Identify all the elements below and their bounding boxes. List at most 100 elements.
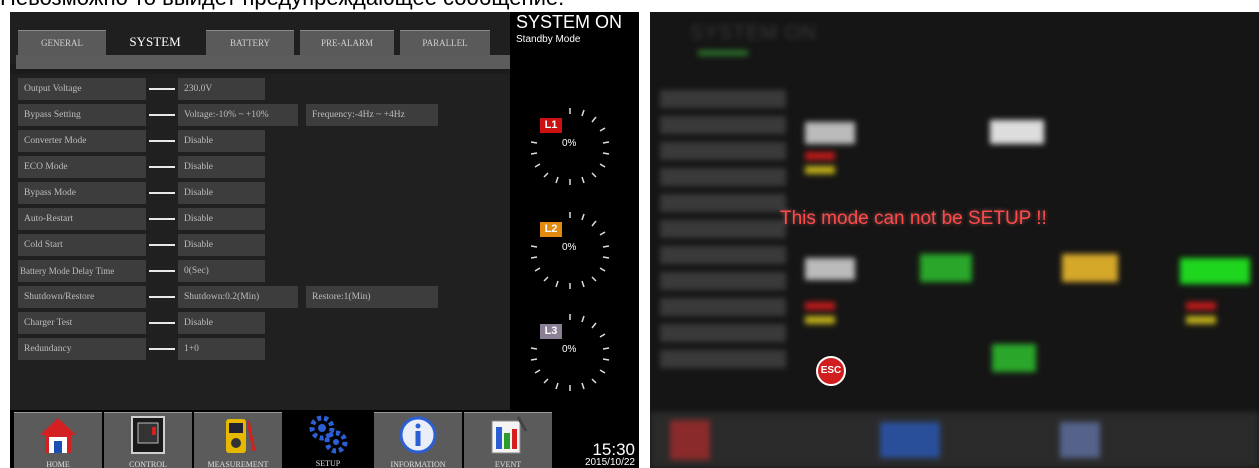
nav-measurement-button[interactable]: MEASUREMENT <box>194 412 282 468</box>
load-gauge-l2: L2 0% <box>528 208 612 292</box>
setting-value[interactable]: Disable <box>178 182 265 204</box>
setting-label: Shutdown/Restore <box>18 286 146 308</box>
setting-label: ECO Mode <box>18 156 146 178</box>
connector-line <box>149 322 175 324</box>
background-block <box>660 116 786 134</box>
connector-line <box>149 296 175 298</box>
connector-line <box>149 218 175 220</box>
background-nav-icon <box>880 422 940 458</box>
background-module <box>805 258 855 280</box>
load-gauge-l3: L3 0% <box>528 310 612 394</box>
background-indicator <box>805 152 835 160</box>
setting-value[interactable]: Disable <box>178 156 265 178</box>
background-block <box>660 142 786 160</box>
setting-value[interactable]: Shutdown:0.2(Min) <box>178 286 298 308</box>
phase-badge-l3: L3 <box>540 324 562 339</box>
system-mode: Standby Mode <box>516 34 581 45</box>
background-block <box>660 324 786 342</box>
bottom-nav: HOME CONTROL MEASUREMENT SETUP INFORMATI… <box>10 410 639 468</box>
background-module <box>1062 254 1118 282</box>
setting-label: Cold Start <box>18 234 146 256</box>
background-module <box>1180 258 1250 284</box>
background-block <box>660 90 786 108</box>
caption-text: Невозможно то выйдет предупреждающее соо… <box>0 0 640 9</box>
setting-value[interactable]: 1+0 <box>178 338 265 360</box>
blurred-background: SYSTEM ON <box>650 12 1259 468</box>
phase-badge-l1: L1 <box>540 118 562 133</box>
phase-badge-l2: L2 <box>540 222 562 237</box>
event-log-icon <box>491 416 528 454</box>
tab-underline <box>16 55 510 69</box>
status-panel: SYSTEM ON Standby Mode L1 0% L2 0% L3 0% <box>510 12 639 412</box>
info-icon <box>399 416 437 454</box>
background-indicator <box>805 166 835 174</box>
connector-line <box>149 192 175 194</box>
setting-value[interactable]: Disable <box>178 208 265 230</box>
connector-line <box>149 244 175 246</box>
nav-label: SETUP <box>315 459 341 468</box>
setting-label: Output Voltage <box>18 78 146 100</box>
background-block <box>660 246 786 264</box>
setting-value-secondary[interactable]: Restore:1(Min) <box>306 286 438 308</box>
background-indicator <box>1186 316 1216 324</box>
nav-control-button[interactable]: CONTROL <box>104 412 192 468</box>
nav-information-button[interactable]: INFORMATION <box>374 412 462 468</box>
setting-label: Bypass Setting <box>18 104 146 126</box>
background-indicator <box>805 316 835 324</box>
background-module <box>920 254 972 282</box>
nav-event-button[interactable]: EVENT <box>464 412 552 468</box>
background-module <box>805 122 855 144</box>
tab-battery[interactable]: BATTERY <box>206 30 294 55</box>
setting-value[interactable]: 0(Sec) <box>178 260 265 282</box>
system-status-title: SYSTEM ON <box>516 12 623 32</box>
meter-icon <box>226 419 256 453</box>
background-nav-icon <box>1060 422 1100 458</box>
tab-system[interactable]: SYSTEM <box>110 28 200 56</box>
nav-setup-button[interactable]: SETUP <box>284 412 372 468</box>
clock-date: 2015/10/22 <box>584 457 635 468</box>
gears-icon <box>309 415 348 454</box>
connector-line <box>149 270 175 272</box>
esc-button[interactable]: ESC <box>816 356 846 386</box>
setting-label: Auto-Restart <box>18 208 146 230</box>
connector-line <box>149 88 175 90</box>
background-block <box>660 350 786 368</box>
load-percent: 0% <box>562 242 577 253</box>
tab-general[interactable]: GENERAL <box>18 30 106 55</box>
setting-value[interactable]: Disable <box>178 130 265 152</box>
nav-label: INFORMATION <box>390 460 446 468</box>
background-block <box>660 220 786 238</box>
setting-label: Redundancy <box>18 338 146 360</box>
background-title: SYSTEM ON <box>690 22 817 44</box>
nav-home-button[interactable]: HOME <box>14 412 102 468</box>
setting-label: Battery Mode Delay Time <box>18 260 146 282</box>
background-indicator <box>1186 302 1216 310</box>
home-icon <box>40 418 76 453</box>
load-percent: 0% <box>562 344 577 355</box>
setting-value[interactable]: Disable <box>178 312 265 334</box>
load-gauge-l1: L1 0% <box>528 104 612 188</box>
connector-line <box>149 140 175 142</box>
connector-line <box>149 166 175 168</box>
nav-label: HOME <box>46 460 70 468</box>
tab-parallel[interactable]: PARALLEL <box>400 30 490 55</box>
tab-bar: GENERAL SYSTEM BATTERY PRE-ALARM PARALLE… <box>10 12 510 69</box>
ups-overview-screen: SYSTEM ON This mode can not be SETUP !! … <box>650 12 1259 468</box>
setting-value[interactable]: Disable <box>178 234 265 256</box>
nav-label: CONTROL <box>129 460 167 468</box>
connector-line <box>149 348 175 350</box>
nav-label: EVENT <box>494 460 522 468</box>
settings-panel: Output Voltage 230.0V Bypass Setting Vol… <box>10 74 510 410</box>
nav-label: MEASUREMENT <box>207 460 269 468</box>
setting-value-secondary[interactable]: Frequency:-4Hz ~ +4Hz <box>306 104 438 126</box>
tab-pre-alarm[interactable]: PRE-ALARM <box>300 30 394 55</box>
setting-value[interactable]: 230.0V <box>178 78 265 100</box>
background-module <box>990 120 1044 144</box>
load-percent: 0% <box>562 138 577 149</box>
warning-message: This mode can not be SETUP !! <box>780 208 1047 229</box>
setting-value[interactable]: Voltage:-10% ~ +10% <box>178 104 298 126</box>
setting-label: Converter Mode <box>18 130 146 152</box>
background-block <box>660 272 786 290</box>
connector-line <box>149 114 175 116</box>
background-block <box>660 194 786 212</box>
